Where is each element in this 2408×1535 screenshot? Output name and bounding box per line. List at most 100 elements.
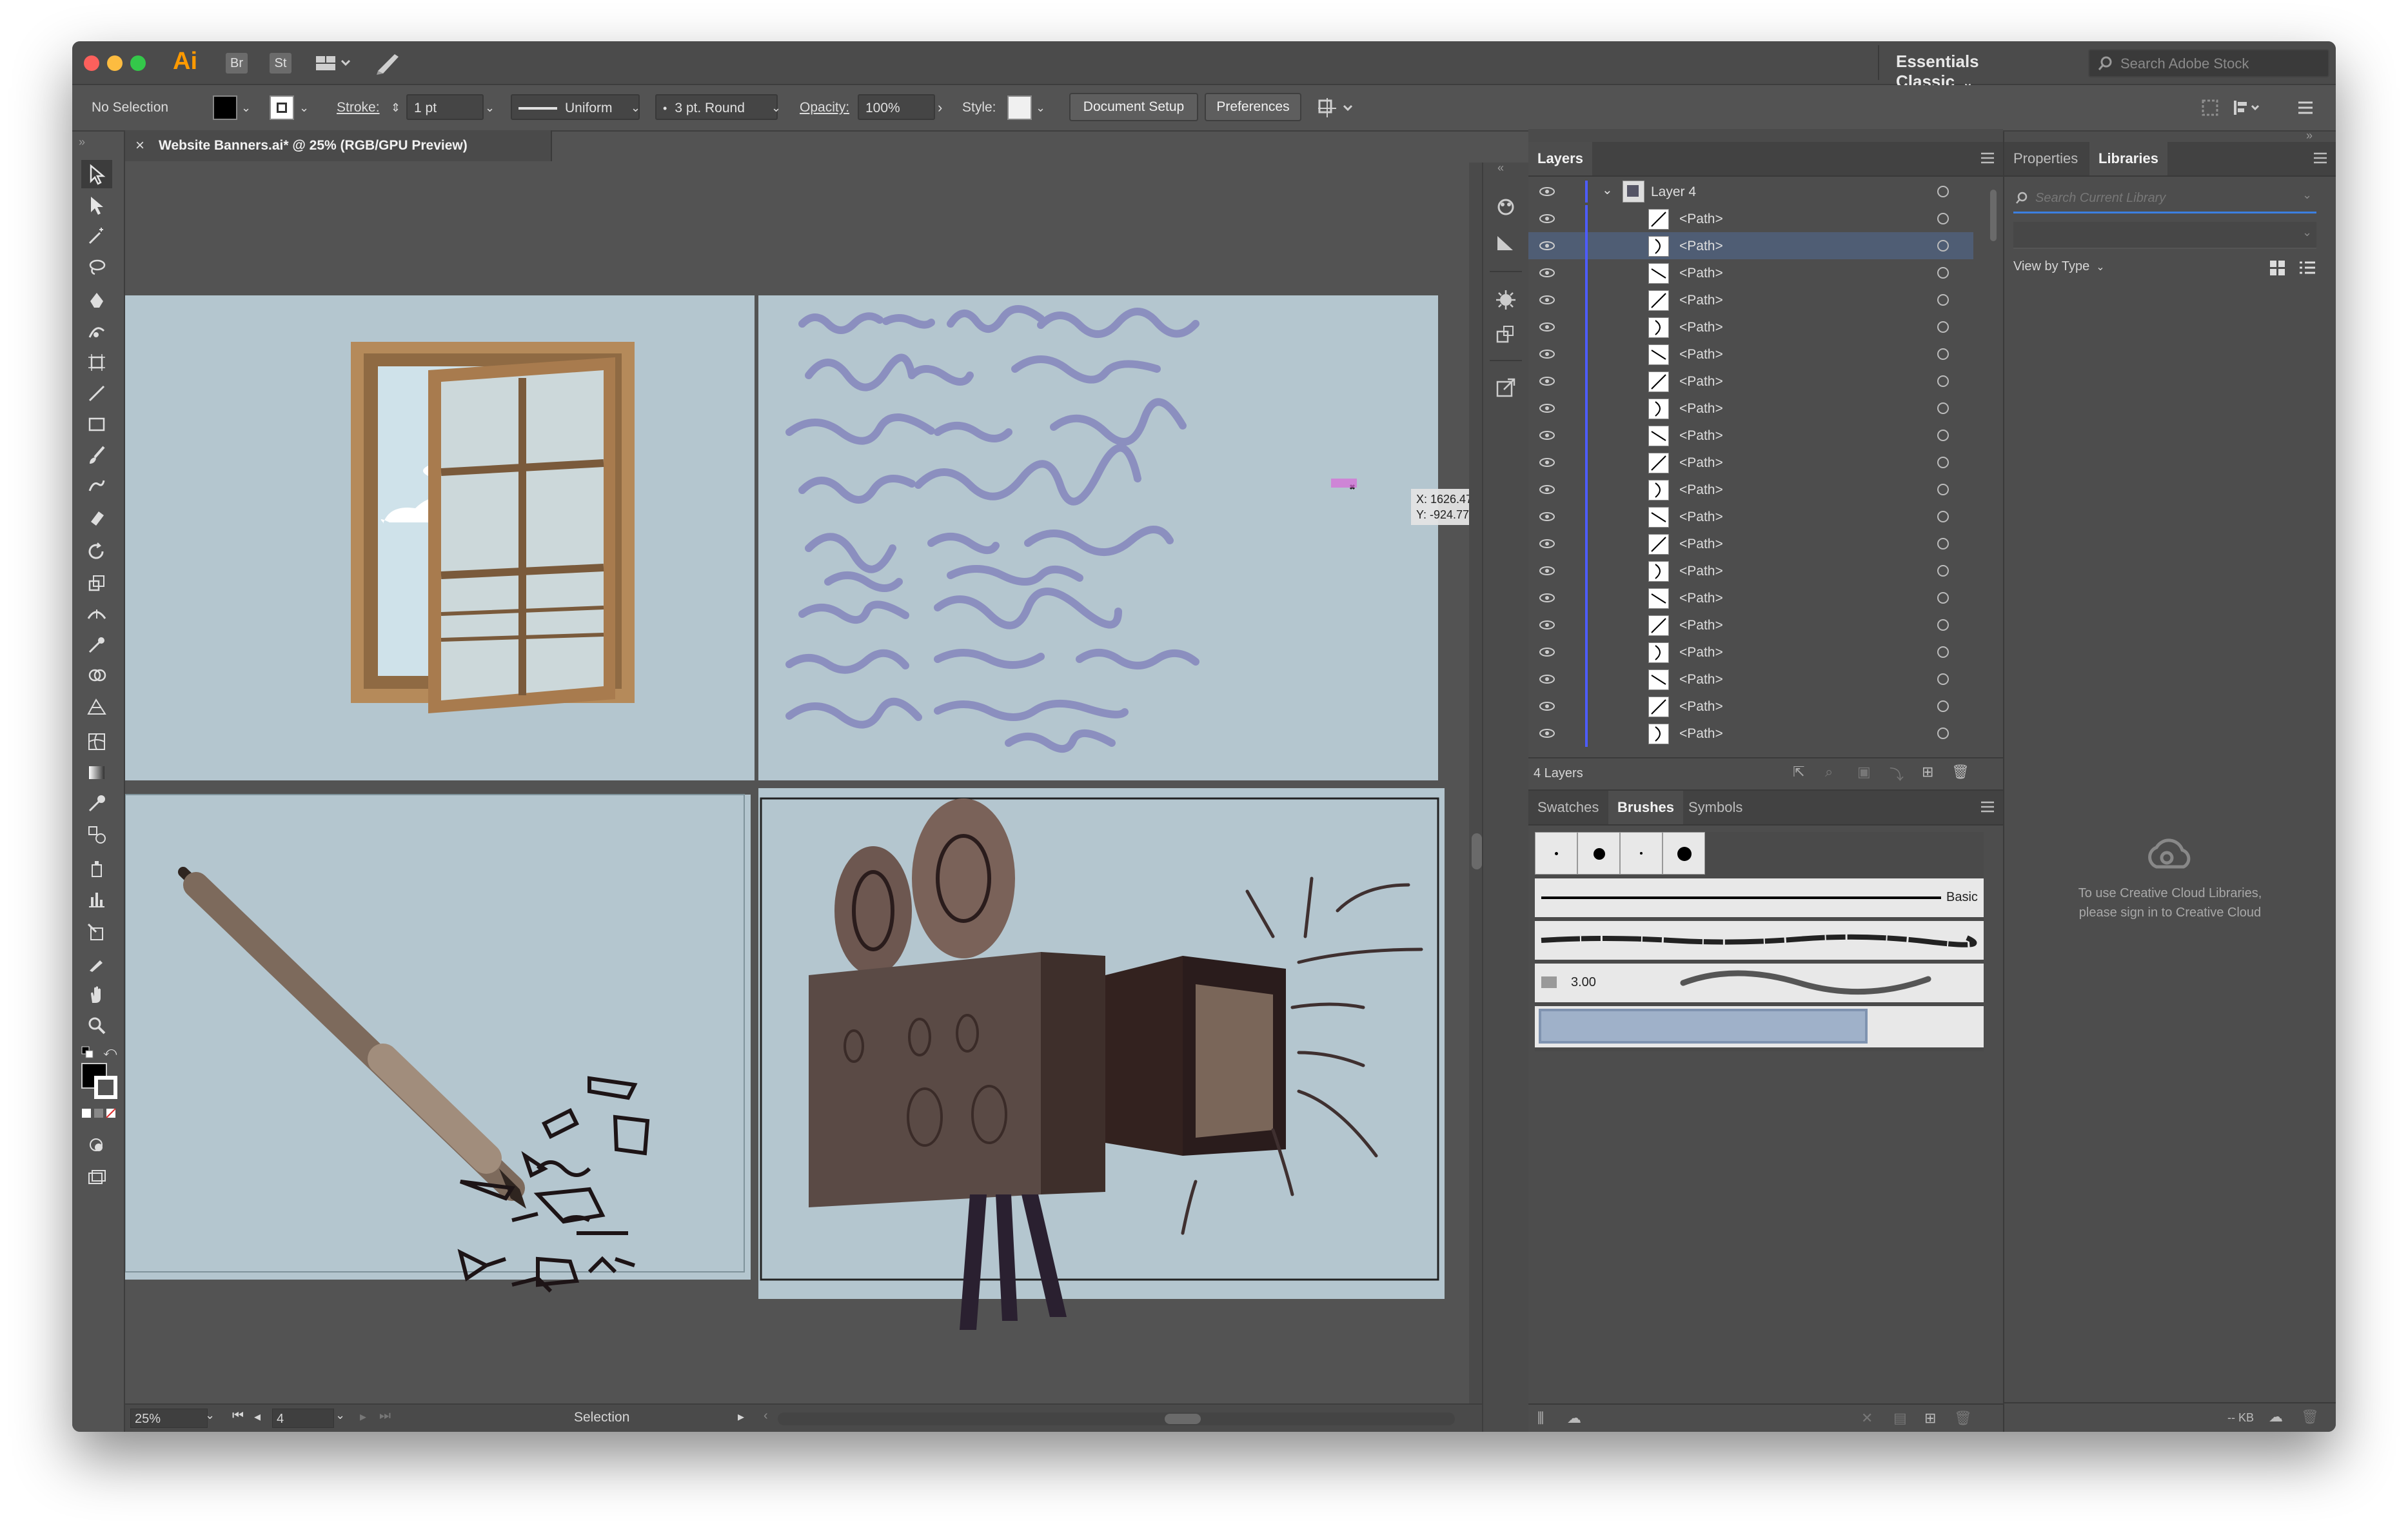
- document-setup-button[interactable]: Document Setup: [1069, 93, 1198, 121]
- close-tab-icon[interactable]: ×: [135, 137, 144, 155]
- brush-options-icon[interactable]: ▤: [1893, 1410, 1907, 1427]
- target-circle-icon[interactable]: [1937, 511, 1949, 522]
- library-dropdown[interactable]: ⌄: [2013, 222, 2316, 249]
- visibility-eye-icon[interactable]: [1539, 538, 1555, 553]
- export-assets-icon[interactable]: [1495, 377, 1517, 402]
- path-name[interactable]: <Path>: [1679, 726, 1723, 742]
- visibility-eye-icon[interactable]: [1539, 213, 1555, 228]
- brush-dot-tiny[interactable]: [1620, 832, 1663, 875]
- rectangle-tool-icon[interactable]: [81, 410, 112, 439]
- brush-dot-round[interactable]: [1663, 832, 1705, 875]
- stock-button[interactable]: St: [270, 53, 291, 74]
- path-name[interactable]: <Path>: [1679, 564, 1723, 579]
- stock-search-input[interactable]: Search Adobe Stock: [2088, 49, 2329, 77]
- status-menu-icon[interactable]: ▸: [738, 1409, 744, 1425]
- clipping-mask-icon[interactable]: ▣: [1857, 764, 1871, 780]
- target-circle-icon[interactable]: [1937, 240, 1949, 252]
- graphic-styles-icon[interactable]: [1495, 233, 1517, 256]
- default-colors-icon[interactable]: [81, 1046, 94, 1059]
- target-circle-icon[interactable]: [1937, 457, 1949, 468]
- visibility-eye-icon[interactable]: [1539, 484, 1555, 499]
- path-name[interactable]: <Path>: [1679, 618, 1723, 633]
- first-artboard-icon[interactable]: ⏮: [232, 1409, 244, 1423]
- artboard-tool-icon[interactable]: [81, 348, 112, 377]
- tab-layers[interactable]: Layers: [1528, 142, 1592, 175]
- column-graph-tool-icon[interactable]: [81, 885, 112, 913]
- new-layer-icon[interactable]: ⊞: [1922, 764, 1933, 780]
- next-artboard-icon[interactable]: ▸: [360, 1409, 366, 1425]
- layer-row-path[interactable]: <Path>: [1528, 232, 1973, 259]
- view-by-type-dropdown[interactable]: View by Type ⌄: [2013, 259, 2105, 274]
- tab-properties[interactable]: Properties: [2004, 142, 2087, 175]
- appearance-icon[interactable]: [1495, 289, 1517, 314]
- path-name[interactable]: <Path>: [1679, 293, 1723, 308]
- new-brush-icon[interactable]: ⊞: [1924, 1410, 1936, 1427]
- path-name[interactable]: <Path>: [1679, 537, 1723, 552]
- brush-libraries-icon[interactable]: ⫼: [1537, 1410, 1544, 1427]
- transform-icon[interactable]: [2200, 98, 2220, 121]
- paintbrush-tool-icon[interactable]: [81, 441, 112, 470]
- hand-tool-icon[interactable]: [81, 980, 112, 1009]
- drawing-modes-icon[interactable]: [81, 1131, 112, 1160]
- visibility-eye-icon[interactable]: [1539, 186, 1555, 201]
- layer-row-path[interactable]: <Path>: [1528, 422, 1973, 449]
- chevron-down-icon[interactable]: ⌄: [241, 95, 251, 120]
- target-circle-icon[interactable]: [1937, 402, 1949, 414]
- gradient-tool-icon[interactable]: [81, 758, 112, 787]
- close-window-button[interactable]: [84, 55, 99, 71]
- last-artboard-icon[interactable]: ⏭: [379, 1409, 391, 1423]
- graphic-style-swatch[interactable]: [1007, 95, 1032, 120]
- target-circle-icon[interactable]: [1937, 430, 1949, 441]
- mesh-tool-icon[interactable]: [81, 728, 112, 756]
- magic-wand-tool-icon[interactable]: [81, 222, 112, 250]
- visibility-eye-icon[interactable]: [1539, 267, 1555, 282]
- horizontal-scroll-thumb[interactable]: [1165, 1414, 1201, 1424]
- list-view-icon[interactable]: [2298, 259, 2316, 281]
- visibility-eye-icon[interactable]: [1539, 592, 1555, 608]
- puppet-warp-tool-icon[interactable]: [81, 631, 112, 659]
- maximize-window-button[interactable]: [130, 55, 146, 71]
- opacity-label[interactable]: Opacity:: [800, 95, 849, 120]
- brush-dot-large[interactable]: [1577, 832, 1620, 875]
- panel-menu-icon[interactable]: [1980, 800, 1995, 817]
- grid-view-icon[interactable]: [2269, 259, 2287, 281]
- path-name[interactable]: <Path>: [1679, 320, 1723, 335]
- layer-row-path[interactable]: <Path>: [1528, 503, 1973, 530]
- selection-tool-icon[interactable]: [81, 160, 112, 188]
- layer-row-path[interactable]: <Path>: [1528, 530, 1973, 557]
- zoom-tool-icon[interactable]: [81, 1011, 112, 1040]
- pen-tool-icon[interactable]: [81, 286, 112, 315]
- target-circle-icon[interactable]: [1937, 619, 1949, 631]
- delete-layer-icon[interactable]: 🗑: [1951, 764, 1969, 780]
- artboard-number-field[interactable]: 4: [272, 1409, 334, 1428]
- chevron-down-icon[interactable]: ⌄: [205, 1409, 215, 1422]
- target-circle-icon[interactable]: [1937, 673, 1949, 685]
- path-name[interactable]: <Path>: [1679, 591, 1723, 606]
- target-circle-icon[interactable]: [1937, 213, 1949, 224]
- visibility-eye-icon[interactable]: [1539, 240, 1555, 255]
- target-circle-icon[interactable]: [1937, 484, 1949, 495]
- stroke-weight-field[interactable]: 1 pt: [406, 94, 484, 120]
- visibility-eye-icon[interactable]: [1539, 511, 1555, 526]
- visibility-eye-icon[interactable]: [1539, 619, 1555, 635]
- target-circle-icon[interactable]: [1937, 646, 1949, 658]
- target-circle-icon[interactable]: [1937, 538, 1949, 550]
- panel-menu-icon[interactable]: [2313, 151, 2328, 168]
- stepper-icon[interactable]: ⇕: [391, 95, 400, 120]
- gpu-performance-icon[interactable]: [375, 52, 401, 78]
- visibility-eye-icon[interactable]: [1539, 646, 1555, 662]
- width-tool-icon[interactable]: [81, 600, 112, 628]
- target-circle-icon[interactable]: [1937, 728, 1949, 739]
- rotate-tool-icon[interactable]: [81, 538, 112, 566]
- path-name[interactable]: <Path>: [1679, 374, 1723, 390]
- layer-row-path[interactable]: <Path>: [1528, 720, 1973, 747]
- preferences-button[interactable]: Preferences: [1205, 93, 1301, 121]
- target-circle-icon[interactable]: [1937, 565, 1949, 577]
- layer-row-layer-4[interactable]: ⌄ Layer 4: [1528, 178, 1973, 205]
- variable-width-profile[interactable]: Uniform: [511, 94, 640, 120]
- layer-row-path[interactable]: <Path>: [1528, 611, 1973, 639]
- path-name[interactable]: <Path>: [1679, 482, 1723, 498]
- delete-library-item-icon[interactable]: 🗑: [2301, 1409, 2319, 1425]
- chevron-down-icon[interactable]: ⌄: [631, 95, 640, 120]
- path-name[interactable]: <Path>: [1679, 212, 1723, 227]
